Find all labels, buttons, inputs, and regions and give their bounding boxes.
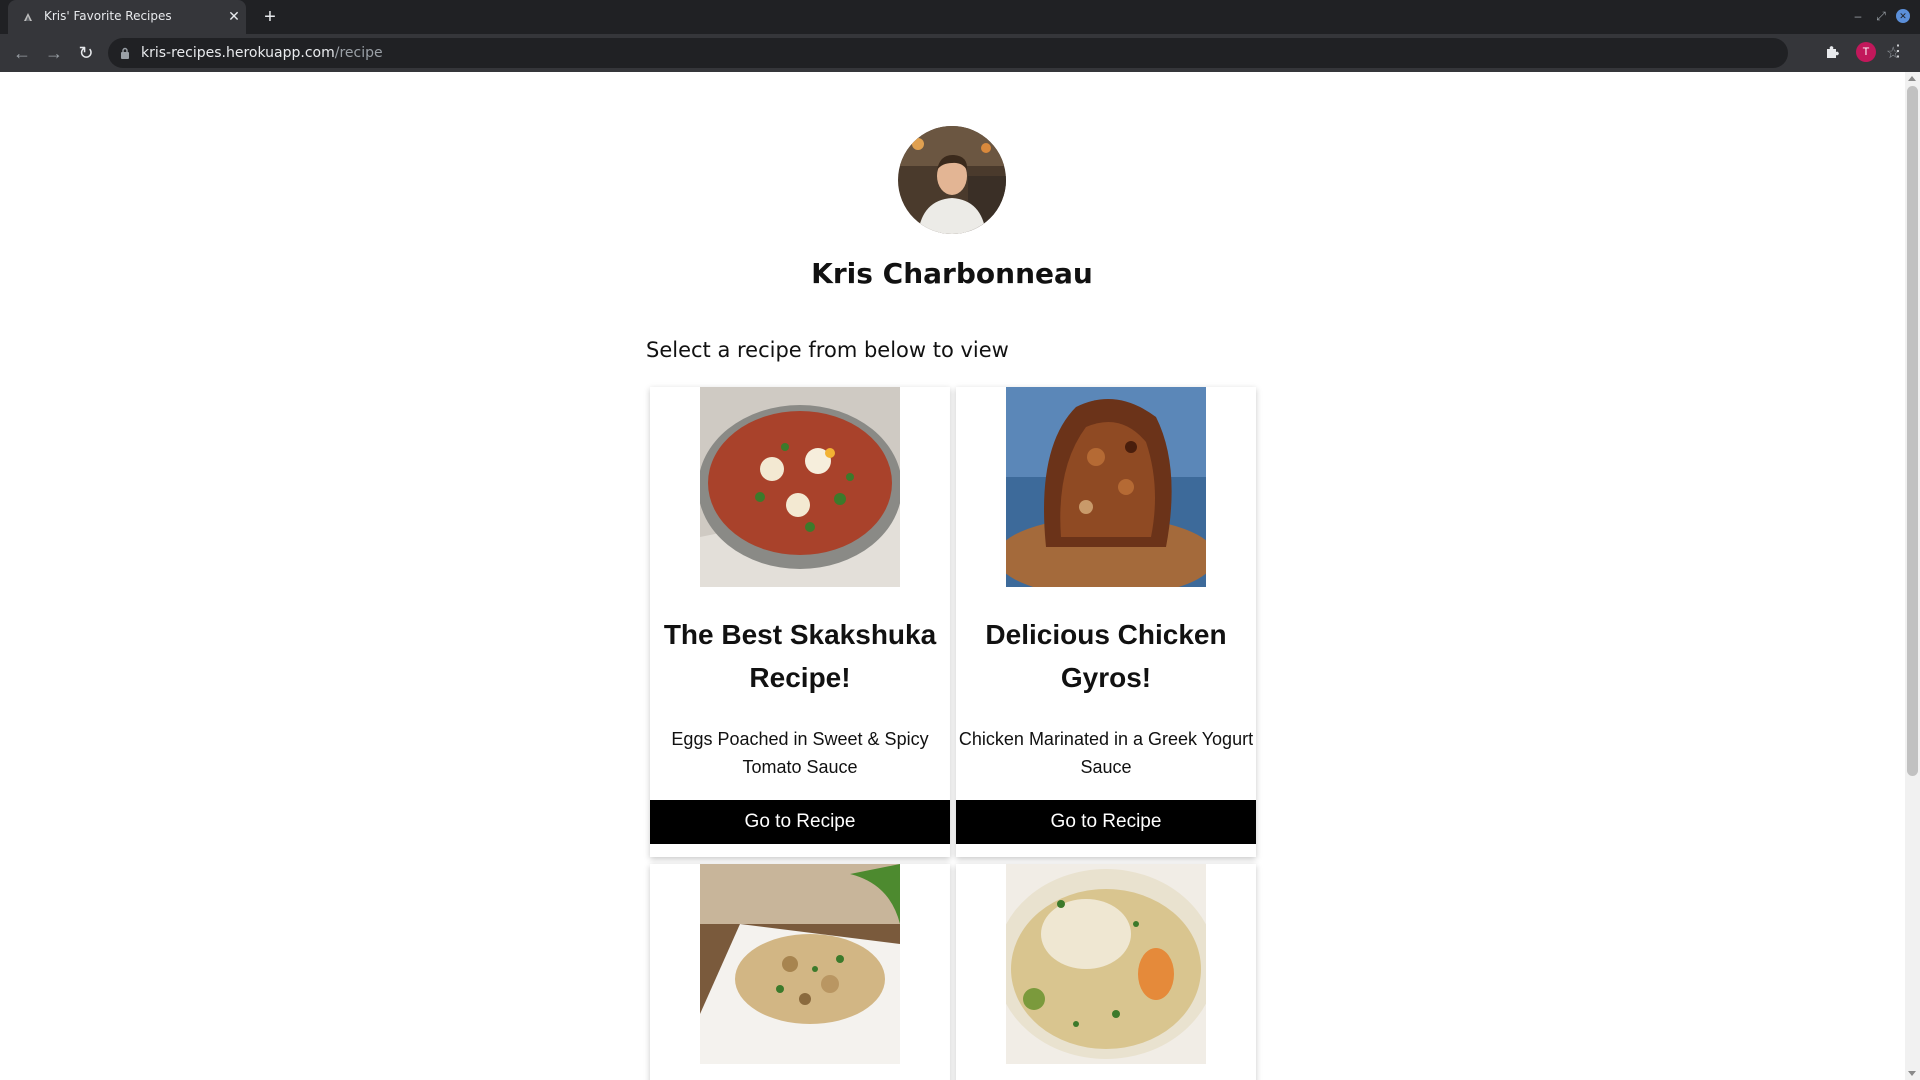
browser-tab[interactable]: Kris' Favorite Recipes ✕: [8, 0, 246, 34]
recipe-image: [700, 864, 900, 1064]
tab-title: Kris' Favorite Recipes: [44, 9, 172, 23]
browser-menu-icon[interactable]: ⋮: [1888, 42, 1908, 62]
recipe-title: Delicious Chicken Gyros!: [985, 619, 1227, 693]
forward-arrow-icon[interactable]: →: [40, 39, 68, 67]
author-photo: [898, 126, 1006, 234]
browser-tab-bar: Kris' Favorite Recipes ✕ + – ⤢ ✕: [0, 0, 1920, 34]
address-bar[interactable]: kris-recipes.herokuapp.com/recipe ☆: [108, 38, 1900, 68]
go-to-recipe-button[interactable]: Go to Recipe: [956, 800, 1256, 844]
select-recipe-prompt: Select a recipe from below to view: [646, 338, 1009, 362]
recipe-card: [650, 864, 950, 1080]
back-arrow-icon[interactable]: ←: [8, 39, 36, 67]
lock-icon: [121, 47, 129, 59]
recipe-card: Delicious Chicken Gyros! Chicken Marinat…: [956, 387, 1256, 857]
site-favicon-icon: [24, 13, 32, 21]
chicken-dumpling-soup-image: [1006, 864, 1206, 1064]
go-to-recipe-button[interactable]: Go to Recipe: [650, 800, 950, 844]
recipe-card: The Best Skakshuka Recipe! Eggs Poached …: [650, 387, 950, 857]
scroll-down-arrow-icon[interactable]: [1908, 1071, 1916, 1076]
page-scrollbar[interactable]: [1905, 72, 1920, 1080]
recipe-description: Chicken Marinated in a Greek Yogurt Sauc…: [958, 729, 1254, 777]
scroll-up-arrow-icon[interactable]: [1908, 76, 1916, 81]
reload-icon[interactable]: ↻: [72, 39, 100, 67]
recipe-title: The Best Skakshuka Recipe!: [663, 619, 937, 693]
author-name: Kris Charbonneau: [811, 257, 1093, 290]
new-tab-icon[interactable]: +: [258, 5, 282, 29]
page-viewport: Kris Charbonneau Select a recipe from be…: [0, 72, 1920, 1080]
extensions-puzzle-icon[interactable]: [1824, 43, 1842, 61]
author-avatar: [898, 126, 1006, 234]
restore-icon[interactable]: ⤢: [1873, 8, 1889, 24]
recipe-image: [700, 387, 900, 587]
pasta-image: [700, 864, 900, 1064]
recipe-image: [1006, 864, 1206, 1064]
recipe-card: [956, 864, 1256, 1080]
recipe-image: [1006, 387, 1206, 587]
chicken-gyros-image: [1006, 387, 1206, 587]
browser-toolbar: ← → ↻ kris-recipes.herokuapp.com/recipe …: [0, 34, 1920, 73]
tab-close-icon[interactable]: ✕: [224, 6, 244, 26]
url-path: /recipe: [334, 45, 383, 61]
scrollbar-thumb[interactable]: [1907, 86, 1918, 776]
minimize-icon[interactable]: –: [1850, 8, 1866, 24]
profile-avatar[interactable]: T: [1856, 42, 1876, 62]
shakshuka-image: [700, 387, 900, 587]
recipe-description: Eggs Poached in Sweet & Spicy Tomato Sau…: [671, 729, 929, 777]
window-close-icon[interactable]: ✕: [1896, 9, 1910, 23]
url-text: kris-recipes.herokuapp.com/recipe: [141, 45, 383, 61]
url-host: kris-recipes.herokuapp.com: [141, 45, 335, 61]
